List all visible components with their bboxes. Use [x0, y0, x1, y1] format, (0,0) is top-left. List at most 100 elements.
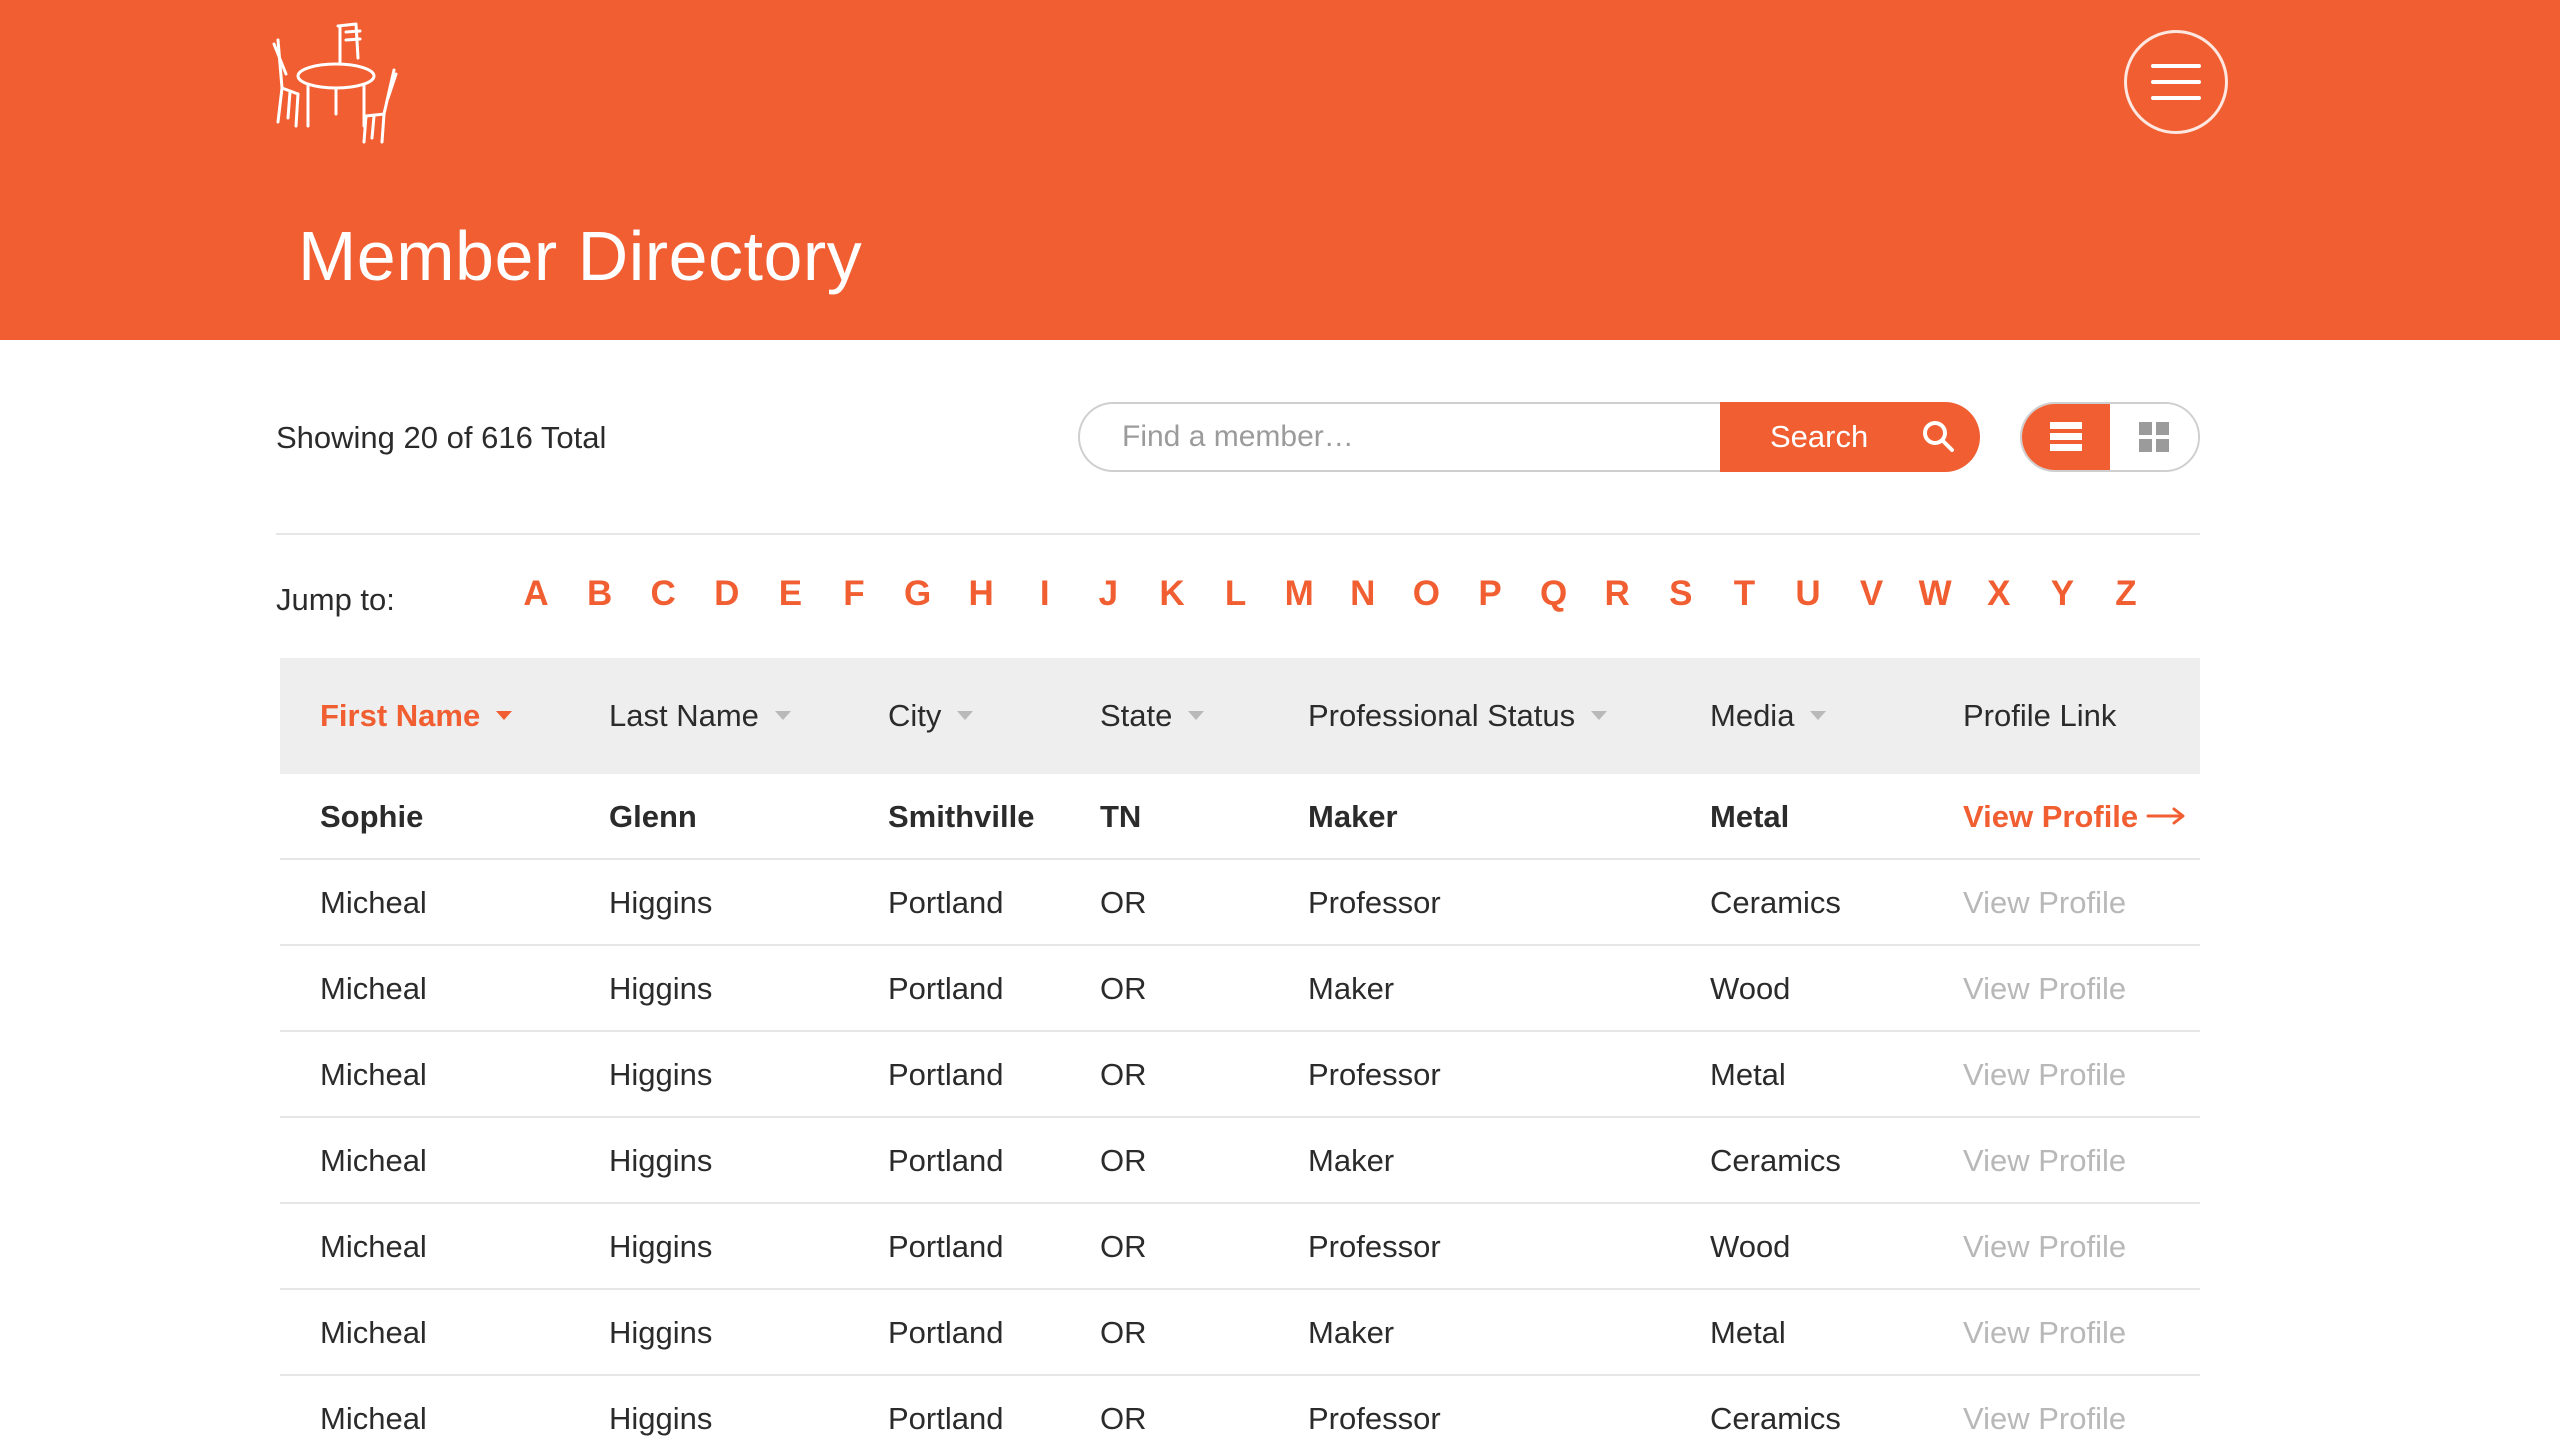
jump-letter-k[interactable]: K: [1159, 574, 1184, 614]
table-row: Micheal Higgins Portland OR Maker Ceramics Vie…: [280, 1118, 2200, 1204]
cell-text: Ceramics: [1710, 885, 1841, 920]
search-icon: [1923, 421, 1954, 452]
jump-letter-z[interactable]: Z: [2115, 574, 2136, 614]
column-header-city[interactable]: City: [888, 658, 974, 774]
cell-text: Portland: [888, 1401, 1004, 1436]
jump-letter-r[interactable]: R: [1605, 574, 1630, 614]
cell-text: Maker: [1308, 799, 1398, 834]
cell-text: Glenn: [609, 799, 697, 834]
column-header-label: First Name: [320, 698, 481, 733]
search-button[interactable]: Search: [1720, 402, 1980, 472]
jump-letter-p[interactable]: P: [1478, 574, 1501, 614]
view-profile-link[interactable]: View Profile: [1963, 1118, 2126, 1204]
cell-professional-status: Professor: [1308, 860, 1441, 946]
results-count: Showing 20 of 616 Total: [276, 420, 607, 455]
cell-first-name: Micheal: [320, 1376, 427, 1440]
cell-city: Smithville: [888, 774, 1034, 860]
cell-text: Sophie: [320, 799, 424, 834]
cell-state: OR: [1100, 860, 1147, 946]
jump-letter-a[interactable]: A: [523, 574, 548, 614]
cell-text: Metal: [1710, 1057, 1786, 1092]
member-table: First Name Last Name City State Professional…: [280, 658, 2200, 1440]
view-profile-label: View Profile: [1963, 799, 2139, 834]
jump-letter-e[interactable]: E: [779, 574, 802, 614]
jump-letter-m[interactable]: M: [1285, 574, 1314, 614]
jump-letter-g[interactable]: G: [904, 574, 931, 614]
jump-letter-i[interactable]: I: [1040, 574, 1050, 614]
jump-letter-u[interactable]: U: [1795, 574, 1820, 614]
cell-text: Wood: [1710, 971, 1791, 1006]
cell-text: Higgins: [609, 971, 713, 1006]
cell-first-name: Micheal: [320, 1118, 427, 1204]
view-profile-link[interactable]: View Profile: [1963, 1290, 2126, 1376]
list-view-button[interactable]: [2022, 404, 2110, 470]
view-profile-label: View Profile: [1963, 971, 2127, 1006]
grid-view-button[interactable]: [2110, 404, 2198, 470]
column-header-state[interactable]: State: [1100, 658, 1205, 774]
cell-text: OR: [1100, 1315, 1147, 1350]
view-profile-link[interactable]: View Profile: [1963, 1204, 2126, 1290]
jump-letter-n[interactable]: N: [1350, 574, 1375, 614]
cell-text: TN: [1100, 799, 1142, 834]
cell-media: Wood: [1710, 946, 1790, 1032]
column-header-label: Profile Link: [1963, 698, 2117, 733]
jump-letter-q[interactable]: Q: [1540, 574, 1567, 614]
column-header-first-name[interactable]: First Name: [320, 658, 513, 774]
hamburger-menu-icon-bar: [2151, 96, 2201, 100]
cell-text: Higgins: [609, 1229, 713, 1264]
view-mode-toggle: [2020, 402, 2200, 472]
jump-letter-b[interactable]: B: [587, 574, 612, 614]
grid-view-icon: [2139, 422, 2169, 452]
column-header-professional-status[interactable]: Professional Status: [1308, 658, 1608, 774]
table-row: Micheal Higgins Portland OR Professor Wood Vie…: [280, 1204, 2200, 1290]
cell-media: Ceramics: [1710, 1118, 1841, 1204]
column-header-last-name[interactable]: Last Name: [609, 658, 791, 774]
sort-caret-icon: [774, 711, 791, 721]
cell-text: Micheal: [320, 1315, 427, 1350]
cell-state: OR: [1100, 946, 1147, 1032]
view-profile-link[interactable]: View Profile: [1963, 946, 2126, 1032]
jump-letter-d[interactable]: D: [714, 574, 739, 614]
search-input[interactable]: [1078, 402, 1728, 472]
menu-button[interactable]: [2124, 30, 2228, 134]
jump-letter-o[interactable]: O: [1413, 574, 1440, 614]
jump-letter-l[interactable]: L: [1225, 574, 1246, 614]
table-body: Sophie Glenn Smithville TN Maker Metal View Pr…: [280, 774, 2200, 1440]
cell-first-name: Micheal: [320, 860, 427, 946]
cell-text: OR: [1100, 1143, 1147, 1178]
table-row: Micheal Higgins Portland OR Maker Metal View P…: [280, 1290, 2200, 1376]
cell-professional-status: Maker: [1308, 1290, 1394, 1376]
jump-letter-h[interactable]: H: [969, 574, 994, 614]
cell-professional-status: Maker: [1308, 946, 1394, 1032]
cell-city: Portland: [888, 1032, 1003, 1118]
jump-letter-j[interactable]: J: [1099, 574, 1118, 614]
cell-text: Portland: [888, 1315, 1004, 1350]
cell-text: Higgins: [609, 1057, 713, 1092]
cell-state: TN: [1100, 774, 1141, 860]
view-profile-link[interactable]: View Profile: [1963, 774, 2186, 860]
view-profile-link[interactable]: View Profile: [1963, 1376, 2126, 1440]
table-row: Micheal Higgins Portland OR Professor Metal Vi…: [280, 1032, 2200, 1118]
column-header-media[interactable]: Media: [1710, 658, 1827, 774]
jump-letter-v[interactable]: V: [1860, 574, 1883, 614]
column-header-label: State: [1100, 698, 1173, 733]
jump-letter-c[interactable]: C: [651, 574, 676, 614]
jump-letter-f[interactable]: F: [843, 574, 864, 614]
cell-last-name: Higgins: [609, 946, 712, 1032]
cell-text: Metal: [1710, 1315, 1786, 1350]
jump-letter-t[interactable]: T: [1734, 574, 1755, 614]
cell-last-name: Higgins: [609, 860, 712, 946]
view-profile-link[interactable]: View Profile: [1963, 860, 2126, 946]
view-profile-label: View Profile: [1963, 1315, 2127, 1350]
cell-text: Maker: [1308, 1143, 1395, 1178]
cell-text: Portland: [888, 1143, 1004, 1178]
jump-letter-w[interactable]: W: [1919, 574, 1952, 614]
cell-first-name: Micheal: [320, 1032, 427, 1118]
jump-letter-y[interactable]: Y: [2051, 574, 2074, 614]
cell-professional-status: Professor: [1308, 1376, 1441, 1440]
view-profile-link[interactable]: View Profile: [1963, 1032, 2126, 1118]
jump-letter-x[interactable]: X: [1987, 574, 2010, 614]
table-and-chairs-logo-icon[interactable]: [268, 18, 404, 146]
cell-text: Professor: [1308, 1057, 1441, 1092]
jump-letter-s[interactable]: S: [1669, 574, 1692, 614]
